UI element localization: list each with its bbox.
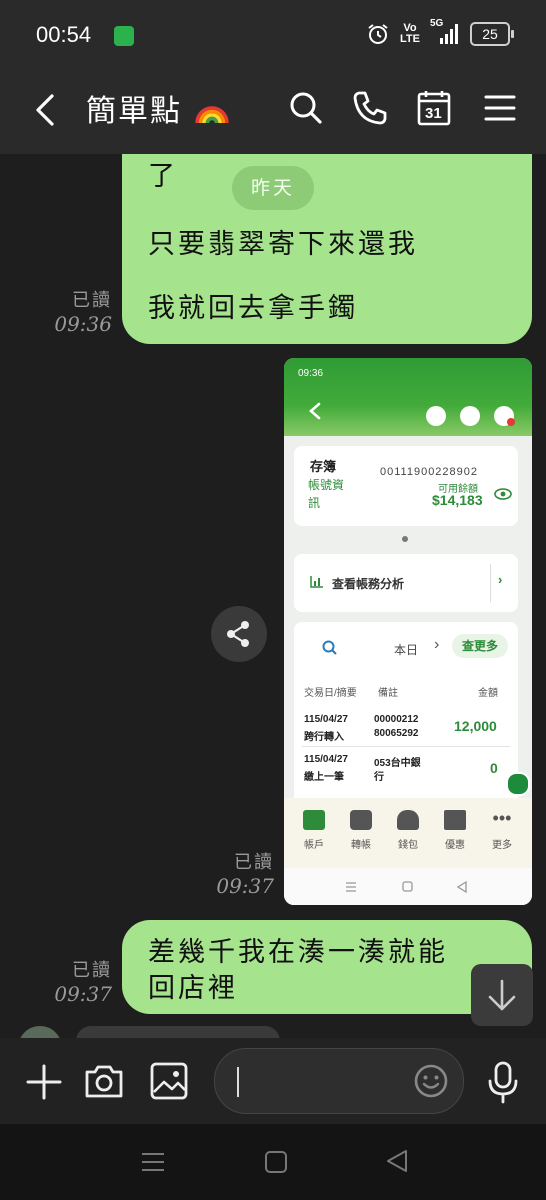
message-meta: 已讀 09:37 [50, 956, 112, 1006]
analysis-card: 查看帳務分析 › [294, 554, 518, 612]
nav-offers: 優惠 [431, 810, 479, 851]
emoji-icon[interactable] [413, 1063, 449, 1099]
message-meta: 已讀 09:37 [210, 848, 274, 898]
chat-header: 簡單點 31 [0, 70, 546, 154]
microphone-icon[interactable] [486, 1060, 520, 1104]
back-icon[interactable] [28, 90, 64, 130]
share-icon [227, 621, 249, 647]
more-dots-icon: ••• [492, 808, 512, 828]
camera-icon[interactable] [84, 1062, 124, 1100]
eye-icon [494, 488, 512, 500]
shared-image[interactable]: 09:36 存簿 00111900228902 帳號資 訊 可用餘額 $14,1… [284, 358, 532, 905]
image-icon[interactable] [150, 1062, 188, 1100]
message-text: 我就回去拿手鐲 [148, 293, 358, 324]
message-meta: 已讀 09:36 [50, 286, 112, 336]
back-nav-icon[interactable] [384, 1148, 410, 1174]
bank-bottom-nav: 帳戶 轉帳 錢包 優惠 ••• 更多 [284, 798, 532, 868]
read-receipt: 已讀 [234, 852, 274, 873]
message-input-bar [0, 1038, 546, 1124]
status-bar: 00:54 Vo LTE 5G 25 [0, 0, 546, 70]
gift-icon [444, 810, 466, 830]
chat-messages[interactable]: 了 只要翡翠寄下來還我 我就回去拿手鐲 昨天 已讀 09:36 09:36 存簿… [0, 154, 546, 1038]
bank-app-header: 09:36 [284, 358, 532, 438]
account-card: 存簿 00111900228902 帳號資 訊 可用餘額 $14,183 [294, 446, 518, 526]
app-notification-icon [114, 26, 134, 46]
message-text: 了 [148, 161, 178, 192]
message-time: 09:37 [54, 982, 112, 1006]
chat-title: 簡單點 [86, 86, 230, 130]
transactions-card: 本日 › 查更多 交易日/摘要 備註 金額 115/04/27 跨行轉入 000… [294, 622, 518, 798]
signal-icon: 5G [430, 18, 460, 46]
chevron-right-icon: › [434, 636, 440, 653]
share-button[interactable] [211, 606, 267, 662]
bank-app-body: 存簿 00111900228902 帳號資 訊 可用餘額 $14,183 查看帳… [284, 436, 532, 798]
search-icon[interactable] [286, 88, 326, 128]
back-icon [309, 402, 321, 420]
scroll-to-bottom-button[interactable] [471, 964, 533, 1026]
wallet-card-icon [303, 810, 325, 830]
chevron-right-icon: › [498, 572, 503, 587]
message-time: 09:37 [216, 874, 274, 898]
home-icon[interactable] [264, 1150, 288, 1174]
read-receipt: 已讀 [72, 960, 112, 981]
bank-system-nav [284, 868, 532, 905]
calendar-icon[interactable]: 31 [415, 88, 455, 128]
message-text: 回店裡 [148, 973, 238, 1004]
phone-icon[interactable] [350, 88, 390, 128]
nav-account: 帳戶 [290, 810, 338, 851]
search-icon [322, 640, 337, 655]
bar-chart-icon [310, 576, 323, 588]
read-receipt: 已讀 [72, 290, 112, 311]
money-bag-icon [397, 810, 419, 830]
message-text: 差幾千我在湊一湊就能 [148, 937, 448, 968]
scroll-down-icon [506, 772, 530, 796]
text-cursor [237, 1067, 239, 1097]
message-bubble[interactable]: 了 只要翡翠寄下來還我 我就回去拿手鐲 [122, 154, 532, 344]
message-text: 只要翡翠寄下來還我 [148, 229, 418, 260]
status-time: 00:54 [36, 22, 92, 47]
nav-more: ••• 更多 [492, 808, 512, 851]
nav-transfer: 轉帳 [337, 810, 385, 851]
status-icons: Vo LTE 5G 25 [366, 18, 514, 46]
transfer-icon [350, 810, 372, 830]
system-navigation-bar [0, 1124, 546, 1200]
rainbow-emoji-icon [194, 106, 229, 124]
date-divider: 昨天 [232, 166, 314, 210]
volte-indicator: Vo LTE [400, 22, 420, 45]
menu-icon[interactable] [480, 88, 520, 128]
message-time: 09:36 [54, 312, 112, 336]
battery-indicator: 25 [470, 22, 514, 46]
notification-dot [507, 418, 515, 426]
leaf-icon [426, 406, 446, 426]
message-input[interactable] [214, 1048, 464, 1114]
arrow-down-icon [488, 979, 516, 1011]
plus-icon[interactable] [26, 1064, 62, 1100]
page-indicator [402, 536, 408, 542]
recent-apps-icon[interactable] [140, 1150, 166, 1174]
alarm-icon [368, 24, 388, 44]
scan-icon [460, 406, 480, 426]
nav-wallet: 錢包 [384, 810, 432, 851]
